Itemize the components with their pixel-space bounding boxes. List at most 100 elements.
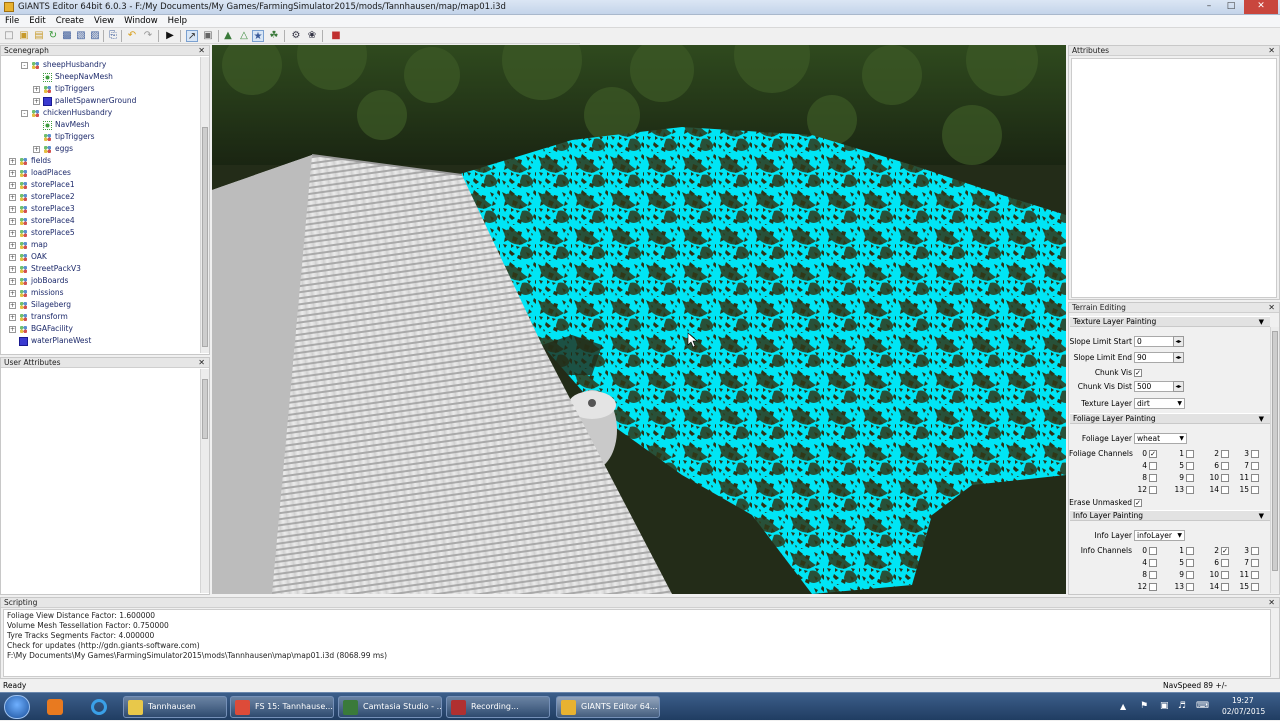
tree-item[interactable]: + jobBoards xyxy=(9,275,68,287)
3d-viewport[interactable] xyxy=(212,45,1066,594)
expand-toggle-icon[interactable]: + xyxy=(9,253,16,261)
expand-toggle-icon[interactable]: + xyxy=(9,301,16,309)
tree-item[interactable]: + loadPlaces xyxy=(9,167,71,179)
menu-file[interactable]: File xyxy=(0,15,24,26)
new-file-icon[interactable]: □ xyxy=(3,30,15,42)
terrain-sculpt-icon[interactable]: ▲ xyxy=(222,30,234,42)
taskbar-button[interactable]: GIANTS Editor 64... xyxy=(556,696,660,718)
tree-item[interactable]: + tipTriggers xyxy=(33,83,95,95)
play-icon[interactable]: ▶ xyxy=(164,30,176,42)
taskbar-button[interactable]: Tannhausen xyxy=(123,696,227,718)
tree-item[interactable]: + Silageberg xyxy=(9,299,71,311)
info-channel-checkbox[interactable] xyxy=(1221,571,1229,579)
expand-toggle-icon[interactable]: + xyxy=(9,229,16,237)
info-channel-checkbox[interactable] xyxy=(1251,559,1259,567)
foliage-layer-select[interactable]: wheat ▼ xyxy=(1134,433,1187,444)
expand-toggle-icon[interactable]: - xyxy=(21,61,28,69)
info-channel-checkbox[interactable] xyxy=(1221,583,1229,591)
foliage-paint-icon[interactable]: ★ xyxy=(252,30,264,42)
info-channel-checkbox[interactable] xyxy=(1221,559,1229,567)
open-folder-icon[interactable]: ▣ xyxy=(18,30,30,42)
close-icon[interactable]: ✕ xyxy=(1268,303,1275,313)
expand-toggle-icon[interactable]: + xyxy=(33,145,40,153)
info-channel-checkbox[interactable] xyxy=(1149,583,1157,591)
close-icon[interactable]: ✕ xyxy=(1268,46,1275,56)
chunk-vis-dist-input[interactable]: 500 xyxy=(1134,381,1174,392)
info-channel-checkbox[interactable]: ✓ xyxy=(1221,547,1229,555)
clock-date[interactable]: 02/07/2015 xyxy=(1222,707,1265,716)
tree-item[interactable]: + storePlace1 xyxy=(9,179,75,191)
lock-icon[interactable]: ▣ xyxy=(202,30,214,42)
bookmark-icon[interactable]: ■ xyxy=(330,30,342,42)
slope-limit-end-spinner[interactable]: ◂▸ xyxy=(1173,352,1184,363)
info-channel-checkbox[interactable] xyxy=(1186,583,1194,591)
expand-toggle-icon[interactable]: + xyxy=(9,193,16,201)
tree-item[interactable]: - chickenHusbandry xyxy=(21,107,112,119)
texture-layer-section[interactable]: Texture Layer Painting ▼ xyxy=(1070,316,1270,327)
menu-view[interactable]: View xyxy=(89,15,119,26)
expand-toggle-icon[interactable]: + xyxy=(33,85,40,93)
foliage-channel-checkbox[interactable] xyxy=(1251,462,1259,470)
chunk-vis-dist-spinner[interactable]: ◂▸ xyxy=(1173,381,1184,392)
decal-paint-icon[interactable]: ☘ xyxy=(268,30,280,42)
foliage-channel-checkbox[interactable] xyxy=(1221,450,1229,458)
foliage-channel-checkbox[interactable] xyxy=(1186,450,1194,458)
tree-item[interactable]: + eggs xyxy=(33,143,73,155)
tree-item[interactable]: + OAK xyxy=(9,251,47,263)
tree-item[interactable]: - sheepHusbandry xyxy=(21,59,106,71)
clock-time[interactable]: 19:27 xyxy=(1232,696,1254,705)
chunk-vis-checkbox[interactable]: ✓ xyxy=(1134,369,1142,377)
tree-item[interactable]: waterPlaneWest xyxy=(9,335,91,347)
foliage-channel-checkbox[interactable] xyxy=(1186,474,1194,482)
slope-limit-end-input[interactable]: 90 xyxy=(1134,352,1174,363)
scrollbar-thumb[interactable] xyxy=(202,127,208,347)
close-icon[interactable]: ✕ xyxy=(1268,598,1275,608)
taskbar-button[interactable]: FS 15: Tannhause... xyxy=(230,696,334,718)
network-icon[interactable]: ▣ xyxy=(1160,701,1169,711)
clipboard-icon[interactable]: ⎘ xyxy=(107,30,119,42)
tray-expand-icon[interactable]: ▲ xyxy=(1120,702,1126,711)
export-icon[interactable]: ▨ xyxy=(89,30,101,42)
tree-item[interactable]: + missions xyxy=(9,287,64,299)
foliage-channel-checkbox[interactable] xyxy=(1149,462,1157,470)
info-channel-checkbox[interactable] xyxy=(1149,547,1157,555)
slope-limit-start-spinner[interactable]: ◂▸ xyxy=(1173,336,1184,347)
start-button[interactable] xyxy=(4,695,30,719)
foliage-channel-checkbox[interactable] xyxy=(1251,486,1259,494)
tree-item[interactable]: + storePlace5 xyxy=(9,227,75,239)
erase-unmasked-checkbox[interactable]: ✓ xyxy=(1134,499,1142,507)
close-icon[interactable]: ✕ xyxy=(198,358,205,368)
foliage-channel-checkbox[interactable] xyxy=(1149,486,1157,494)
foliage-channel-checkbox[interactable] xyxy=(1221,486,1229,494)
tree-item[interactable]: + transform xyxy=(9,311,68,323)
expand-toggle-icon[interactable]: + xyxy=(9,205,16,213)
info-channel-checkbox[interactable] xyxy=(1186,547,1194,555)
expand-toggle-icon[interactable]: + xyxy=(9,325,16,333)
expand-toggle-icon[interactable]: + xyxy=(9,313,16,321)
tree-item[interactable]: + palletSpawnerGround xyxy=(33,95,136,107)
info-channel-checkbox[interactable] xyxy=(1251,571,1259,579)
scripting-console[interactable]: Foliage View Distance Factor: 1.600000 V… xyxy=(3,609,1271,677)
expand-toggle-icon[interactable]: - xyxy=(21,109,28,117)
expand-toggle-icon[interactable]: + xyxy=(9,289,16,297)
foliage-channel-checkbox[interactable] xyxy=(1186,462,1194,470)
taskbar-button[interactable]: Recording... xyxy=(446,696,550,718)
foliage-channel-checkbox[interactable] xyxy=(1251,450,1259,458)
tree-item[interactable]: + map xyxy=(9,239,48,251)
save-icon[interactable]: ▩ xyxy=(61,30,73,42)
media-player-icon[interactable] xyxy=(44,696,70,718)
tree-item[interactable]: + storePlace4 xyxy=(9,215,75,227)
info-layer-select[interactable]: infoLayer ▼ xyxy=(1134,530,1185,541)
scenegraph-scrollbar[interactable] xyxy=(200,57,209,353)
info-channel-checkbox[interactable] xyxy=(1251,583,1259,591)
save-as-icon[interactable]: ▧ xyxy=(75,30,87,42)
expand-toggle-icon[interactable]: + xyxy=(9,241,16,249)
tree-item[interactable]: + StreetPackV3 xyxy=(9,263,81,275)
select-tool-icon[interactable]: ↗ xyxy=(186,30,198,42)
tree-item[interactable]: NavMesh xyxy=(33,119,89,131)
info-channel-checkbox[interactable] xyxy=(1149,559,1157,567)
expand-toggle-icon[interactable]: + xyxy=(9,181,16,189)
keyboard-icon[interactable]: ⌨ xyxy=(1196,701,1209,711)
settings-advanced-icon[interactable]: ❀ xyxy=(306,30,318,42)
minimize-button[interactable]: – xyxy=(1198,0,1220,14)
